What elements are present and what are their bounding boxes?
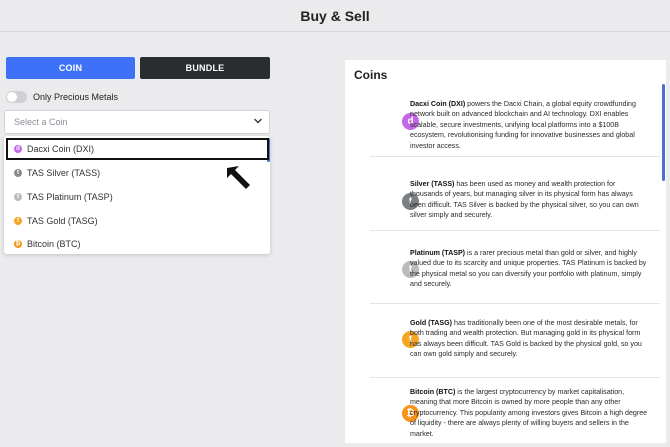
tas-platinum-icon: t [14,193,22,201]
precious-metals-filter: Only Precious Metals [6,91,118,103]
precious-metals-toggle[interactable] [6,91,27,103]
coins-panel-title: Coins [354,68,388,82]
dropdown-item-label: Dacxi Coin (DXI) [27,144,95,154]
dropdown-item-label: Bitcoin (BTC) [27,239,81,249]
coin-card-name: Gold (TASG) [410,319,453,327]
coin-tab-button[interactable]: COIN [6,57,135,79]
coin-card-name: Platinum (TASP) [410,249,466,257]
coin-card-bitcoin: ₿ Bitcoin (BTC) is the largest cryptocur… [370,380,660,443]
coin-select-placeholder: Select a Coin [14,117,68,127]
dropdown-item-label: TAS Platinum (TASP) [27,192,113,202]
dropdown-item-label: TAS Silver (TASS) [27,168,101,178]
coin-card-platinum: t Platinum (TASP) is a rarer precious me… [370,234,660,304]
coin-select[interactable]: Select a Coin [4,110,270,134]
coin-card-description: Gold (TASG) has traditionally been one o… [410,319,642,359]
coin-card-name: Silver (TASS) [410,180,455,188]
dropdown-item-btc[interactable]: ₿ Bitcoin (BTC) [4,233,270,255]
chevron-down-icon [254,118,262,124]
coin-card-description: Dacxi Coin (DXI) powers the Dacxi Chain,… [410,100,636,150]
tas-gold-icon: t [14,217,22,225]
coin-card-description: Silver (TASS) has been used as money and… [410,180,639,220]
coin-card-name: Bitcoin (BTC) [410,388,456,396]
dacxi-coin-icon: d [14,145,22,153]
coins-panel-scrollbar[interactable] [662,84,665,181]
coin-card-description: Platinum (TASP) is a rarer precious meta… [410,249,647,289]
coins-panel: Coins d Dacxi Coin (DXI) powers the Dacx… [345,60,666,443]
tas-silver-icon: t [14,169,22,177]
coin-card-silver: t Silver (TASS) has been used as money a… [370,166,660,231]
bitcoin-icon: ₿ [14,240,22,248]
coin-card-name: Dacxi Coin (DXI) [410,100,466,108]
coin-card-gold: t Gold (TASG) has traditionally been one… [370,306,660,378]
page-title: Buy & Sell [300,8,370,24]
dropdown-item-label: TAS Gold (TASG) [27,216,98,226]
precious-metals-label: Only Precious Metals [33,92,119,102]
pointer-arrow-icon [227,166,250,189]
dropdown-item-dxi[interactable]: d Dacxi Coin (DXI) [6,138,269,160]
bundle-tab-button[interactable]: BUNDLE [140,57,270,79]
dropdown-item-tasg[interactable]: t TAS Gold (TASG) [4,210,270,232]
coin-card-description: Bitcoin (BTC) is the largest cryptocurre… [410,388,648,438]
coin-card-dxi: d Dacxi Coin (DXI) powers the Dacxi Chai… [370,84,660,157]
coin-dropdown-list: d Dacxi Coin (DXI) t TAS Silver (TASS) t… [4,136,270,254]
top-bar: Buy & Sell [0,0,670,32]
